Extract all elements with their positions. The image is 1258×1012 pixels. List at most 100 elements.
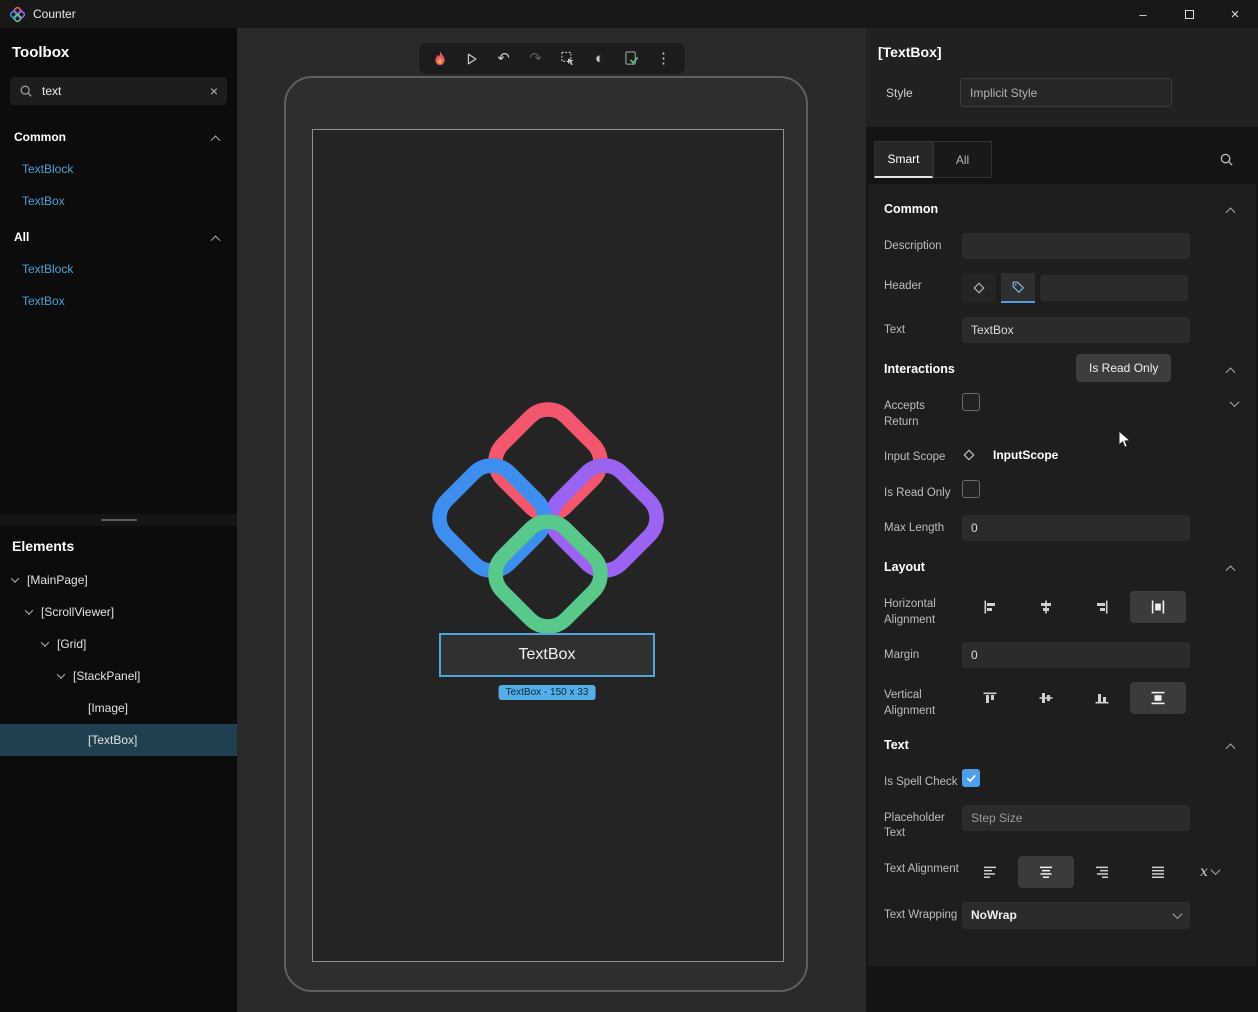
- elements-title: Elements: [12, 538, 237, 554]
- panel-splitter[interactable]: [0, 514, 237, 526]
- chevron-up-icon: [211, 135, 221, 145]
- collapse-chevron-icon[interactable]: [1226, 565, 1236, 575]
- accepts-return-checkbox[interactable]: [962, 393, 980, 411]
- horizontal-alignment-group: [962, 591, 1186, 623]
- section-layout-header[interactable]: Layout: [868, 548, 1256, 584]
- window-controls: – ×: [1120, 0, 1258, 28]
- undo-icon[interactable]: ↶: [495, 51, 512, 66]
- prop-label: Placeholder Text: [884, 805, 962, 842]
- style-input[interactable]: [960, 78, 1172, 107]
- prop-label: Text: [884, 317, 962, 339]
- toolbox-item-textbox[interactable]: TextBox: [10, 285, 227, 317]
- is-read-only-tooltip-button[interactable]: Is Read Only: [1076, 354, 1171, 382]
- text-align-right-button[interactable]: [1074, 856, 1130, 888]
- expander-chevron-icon[interactable]: [25, 606, 33, 614]
- properties-list: Common Description Header: [868, 184, 1256, 966]
- prop-accepts-return: Accepts Return: [868, 386, 1256, 437]
- clear-search-icon[interactable]: ×: [210, 84, 218, 98]
- redo-icon[interactable]: ↷: [527, 51, 544, 66]
- collapse-chevron-icon[interactable]: [1226, 207, 1236, 217]
- tree-item-stackpanel[interactable]: [StackPanel]: [0, 660, 237, 692]
- close-icon: ×: [1231, 6, 1240, 23]
- tree-item-grid[interactable]: [Grid]: [0, 628, 237, 660]
- description-input[interactable]: [962, 233, 1190, 259]
- tab-smart[interactable]: Smart: [874, 141, 933, 178]
- toolbox-item-textbox[interactable]: TextBox: [10, 185, 227, 217]
- prop-max-length: Max Length: [868, 508, 1256, 548]
- theme-toggle-icon[interactable]: ◐: [591, 51, 608, 66]
- stretch-vertical-button[interactable]: [1130, 682, 1186, 714]
- placeholder-text-input[interactable]: [962, 805, 1190, 831]
- align-left-button[interactable]: [962, 591, 1018, 623]
- header-binding-button[interactable]: [962, 273, 996, 303]
- tree-item-label: [MainPage]: [27, 573, 88, 587]
- close-button[interactable]: ×: [1212, 0, 1258, 28]
- row-expander-chevron-icon[interactable]: [1230, 397, 1240, 407]
- section-title: Interactions: [884, 362, 1227, 376]
- properties-search-icon[interactable]: [1219, 152, 1234, 167]
- section-text: Text Is Spell Check Placeholder Text: [868, 726, 1256, 936]
- tree-item-label: [Image]: [88, 701, 128, 715]
- tab-all[interactable]: All: [933, 141, 992, 178]
- text-wrapping-dropdown[interactable]: NoWrap: [962, 902, 1190, 929]
- section-text-header[interactable]: Text: [868, 726, 1256, 762]
- prop-label: Text Wrapping: [884, 902, 962, 924]
- validation-check-icon[interactable]: [623, 51, 640, 66]
- toolbox-search-input[interactable]: [42, 84, 210, 98]
- x-reset-icon: x: [1200, 864, 1208, 880]
- prop-label: Is Read Only: [884, 480, 962, 502]
- margin-input[interactable]: [962, 642, 1190, 668]
- collapse-chevron-icon[interactable]: [1226, 367, 1236, 377]
- toolbox-panel: Toolbox × Common TextBlock TextBox All T…: [0, 28, 237, 514]
- align-bottom-button[interactable]: [1074, 682, 1130, 714]
- canvas-textbox-element[interactable]: TextBox: [439, 633, 655, 677]
- app-logo-image[interactable]: [432, 402, 664, 634]
- toolbox-item-textblock[interactable]: TextBlock: [10, 153, 227, 185]
- expander-chevron-icon[interactable]: [57, 670, 65, 678]
- text-align-center-button[interactable]: [1018, 856, 1074, 888]
- toolbox-search: ×: [10, 77, 227, 105]
- prop-text: Text: [868, 310, 1256, 350]
- play-icon[interactable]: [463, 52, 480, 66]
- toolbox-section-common[interactable]: Common: [10, 121, 227, 153]
- style-label: Style: [878, 86, 960, 100]
- section-common-header[interactable]: Common: [868, 190, 1256, 226]
- hot-design-flame-icon[interactable]: [431, 50, 448, 67]
- tree-item-image[interactable]: [Image]: [0, 692, 237, 724]
- device-screen: TextBox TextBox - 150 x 33: [312, 129, 784, 962]
- stretch-horizontal-button[interactable]: [1130, 591, 1186, 623]
- minimize-button[interactable]: –: [1120, 0, 1166, 28]
- align-center-horizontal-button[interactable]: [1018, 591, 1074, 623]
- element-picker-icon[interactable]: [559, 51, 576, 66]
- tree-item-textbox[interactable]: [TextBox]: [0, 724, 237, 756]
- inspector-header: [TextBox] Style: [866, 28, 1258, 127]
- input-scope-value[interactable]: InputScope: [993, 448, 1058, 462]
- align-right-button[interactable]: [1074, 591, 1130, 623]
- toolbox-item-textblock[interactable]: TextBlock: [10, 253, 227, 285]
- expander-chevron-icon[interactable]: [41, 638, 49, 646]
- header-tag-button[interactable]: [1001, 273, 1035, 303]
- header-input[interactable]: [1040, 275, 1188, 301]
- maximize-button[interactable]: [1166, 0, 1212, 28]
- prop-label: Is Spell Check: [884, 769, 962, 791]
- is-read-only-checkbox[interactable]: [962, 480, 980, 498]
- text-align-left-button[interactable]: [962, 856, 1018, 888]
- text-align-justify-button[interactable]: [1130, 856, 1186, 888]
- text-alignment-group: [962, 856, 1186, 888]
- text-input[interactable]: [962, 317, 1190, 343]
- is-spell-check-checkbox[interactable]: [962, 769, 980, 787]
- expander-chevron-icon[interactable]: [11, 574, 19, 582]
- tree-item-mainpage[interactable]: [MainPage]: [0, 564, 237, 596]
- section-interactions-header[interactable]: Interactions: [868, 350, 1256, 386]
- app-window: Counter – × Toolbox × Common TextBlock T…: [0, 0, 1258, 1012]
- tree-item-scrollviewer[interactable]: [ScrollViewer]: [0, 596, 237, 628]
- toolbox-section-all[interactable]: All: [10, 221, 227, 253]
- align-top-button[interactable]: [962, 682, 1018, 714]
- more-options-icon[interactable]: ⋮: [655, 51, 672, 66]
- elements-panel: Elements [MainPage] [ScrollViewer] [Grid…: [0, 526, 237, 1012]
- align-center-vertical-button[interactable]: [1018, 682, 1074, 714]
- collapse-chevron-icon[interactable]: [1226, 743, 1236, 753]
- minimize-icon: –: [1139, 7, 1146, 22]
- max-length-input[interactable]: [962, 515, 1190, 541]
- reset-value-dropdown[interactable]: x: [1200, 864, 1219, 880]
